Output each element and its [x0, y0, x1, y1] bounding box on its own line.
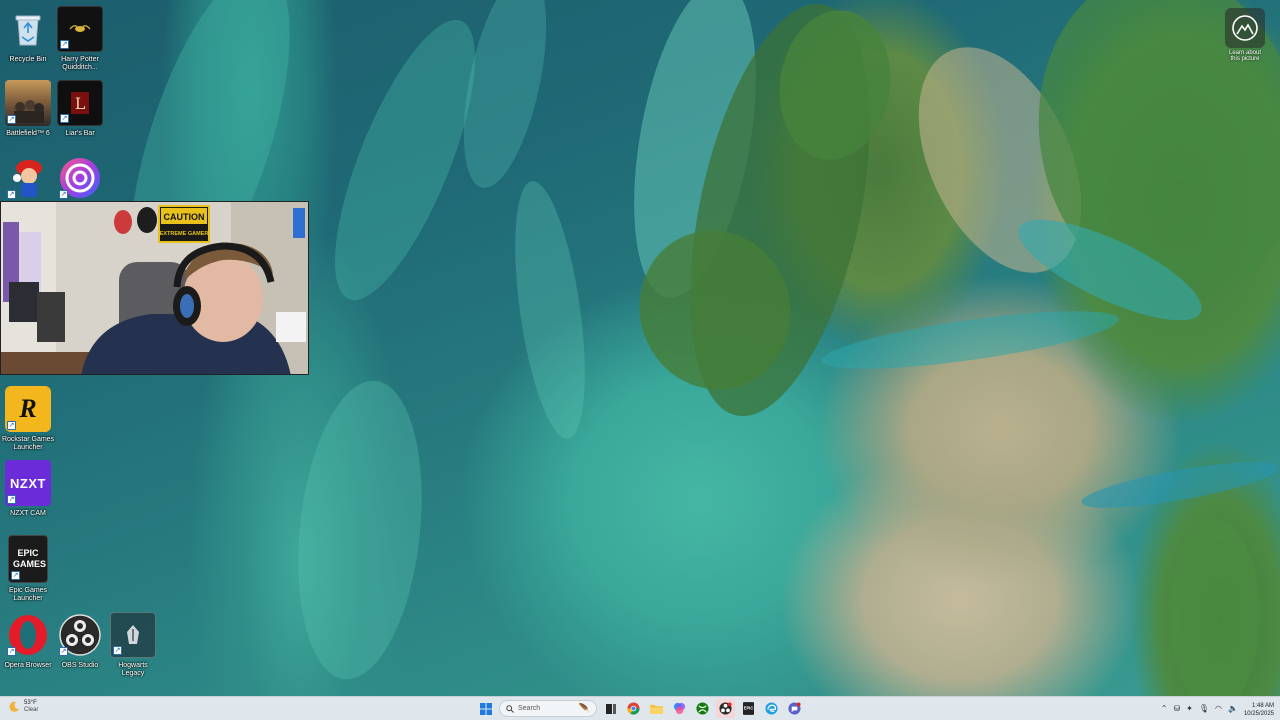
obs-label: OBS Studio [61, 662, 99, 669]
microphone-icon[interactable]: 🎙 [1199, 699, 1209, 718]
opera-label: Opera Browser [4, 662, 52, 669]
spotlight-info-widget[interactable]: Learn about this picture [1225, 8, 1265, 62]
shortcut-arrow-icon: ↗ [7, 495, 16, 504]
bluetooth-icon[interactable]: ✦ [1186, 699, 1193, 718]
spotlight-icon [1225, 8, 1265, 48]
quidditch-icon: ↗ [57, 6, 103, 52]
ubisoft-shortcut[interactable]: ↗ [53, 155, 107, 205]
obs-shortcut[interactable]: ↗ OBS Studio [53, 612, 107, 670]
epic-shortcut[interactable]: EPIC GAMES ↗ Epic Games Launcher [1, 535, 55, 603]
epic-games-icon: EPIC [743, 702, 754, 715]
xbox-button[interactable] [693, 699, 712, 718]
edge-icon [765, 702, 778, 715]
file-explorer-button[interactable] [647, 699, 666, 718]
recycle-bin-label: Recycle Bin [9, 56, 47, 63]
mario-icon: ↗ [5, 155, 51, 201]
network-icon[interactable]: ⛁ [1173, 699, 1180, 718]
shortcut-arrow-icon: ↗ [113, 646, 122, 655]
wifi-icon[interactable]: ◠ [1215, 699, 1222, 718]
battlefield-icon: ↗ [5, 80, 51, 126]
rockstar-shortcut[interactable]: R ↗ Rockstar Games Launcher [1, 386, 55, 452]
nzxt-icon: NZXT ↗ [5, 460, 51, 506]
shortcut-arrow-icon: ↗ [7, 115, 16, 124]
shortcut-arrow-icon: ↗ [60, 40, 69, 49]
shortcut-arrow-icon: ↗ [7, 190, 16, 199]
windows-logo-icon [479, 702, 492, 715]
search-highlight-icon: 🪶 [578, 703, 590, 713]
shortcut-arrow-icon: ↗ [59, 647, 68, 656]
rockstar-icon: R ↗ [5, 386, 51, 432]
nzxt-logo-icon: NZXT [10, 475, 46, 491]
epic-logo-icon: EPIC GAMES [13, 548, 47, 569]
weather-condition: Clear [24, 707, 39, 713]
battlefield-shortcut[interactable]: ↗ Battlefield™ 6 [1, 80, 55, 138]
nzxt-label: NZXT CAM [10, 510, 46, 517]
hogwarts-label: Hogwarts Legacy [118, 662, 148, 677]
battlefield-label: Battlefield™ 6 [6, 130, 50, 137]
speaker-icon[interactable]: 🔈 [1228, 699, 1238, 718]
obs-icon: ↗ [57, 612, 103, 658]
chevron-up-icon[interactable]: ⌃ [1161, 699, 1168, 718]
svg-text:L: L [75, 94, 86, 113]
nzxt-shortcut[interactable]: NZXT ↗ NZXT CAM [1, 460, 55, 518]
edge-button[interactable] [762, 699, 781, 718]
photos-icon [673, 702, 686, 715]
taskbar-apps: Search 🪶 EPIC [476, 699, 804, 718]
clock-time: 1:48 AM [1251, 702, 1274, 709]
search-icon [506, 704, 514, 713]
task-view-icon [605, 703, 616, 714]
liars-bar-icon: L ↗ [57, 80, 103, 126]
opera-shortcut[interactable]: ↗ Opera Browser [1, 612, 55, 670]
rockstar-label: Rockstar Games Launcher [1, 436, 55, 451]
opera-icon: ↗ [5, 612, 51, 658]
chat-bubble-icon [788, 702, 801, 715]
folder-icon [650, 704, 663, 714]
recycle-bin-icon [5, 6, 51, 52]
epic-taskbar-button[interactable]: EPIC [739, 699, 758, 718]
start-button[interactable] [476, 699, 495, 718]
shortcut-arrow-icon: ↗ [60, 114, 69, 123]
liars-bar-label: Liar's Bar [65, 130, 95, 137]
weather-temperature: 53°F [24, 700, 37, 706]
recycle-bin-shortcut[interactable]: Recycle Bin [1, 6, 55, 64]
epic-label: Epic Games Launcher [8, 587, 48, 602]
chrome-taskbar-button[interactable] [624, 699, 643, 718]
chat-app-button[interactable] [785, 699, 804, 718]
system-tray: ⌃ ⛁ ✦ 🎙 ◠ 🔈 1:48 AM 10/25/2025 [1161, 699, 1274, 718]
liars-bar-shortcut[interactable]: L ↗ Liar's Bar [53, 80, 107, 138]
shortcut-arrow-icon: ↗ [59, 190, 68, 199]
epic-icon: EPIC GAMES ↗ [8, 535, 48, 583]
taskbar: 53°F Clear Search 🪶 EPIC ⌃ ⛁ ✦ 🎙 ◠ 🔈 1:4… [0, 696, 1280, 720]
mario-shortcut[interactable]: ↗ [1, 155, 55, 205]
clock[interactable]: 1:48 AM 10/25/2025 [1244, 700, 1274, 718]
rockstar-logo-icon: R [19, 394, 37, 423]
webcam-feed: CAUTION EXTREME GAMER [1, 202, 308, 374]
obs-taskbar-button[interactable] [716, 699, 735, 718]
ubisoft-icon: ↗ [57, 155, 103, 201]
quidditch-shortcut[interactable]: ↗ Harry Potter Quidditch... [53, 6, 107, 72]
xbox-icon [696, 702, 709, 715]
quidditch-label: Harry Potter Quidditch... [61, 56, 99, 71]
svg-text:EPIC: EPIC [744, 705, 754, 710]
photos-button[interactable] [670, 699, 689, 718]
hogwarts-shortcut[interactable]: ↗ Hogwarts Legacy [106, 612, 160, 678]
search-placeholder: Search [518, 705, 541, 712]
caution-sign-title: CAUTION [164, 212, 205, 222]
obs-recording-icon [719, 702, 732, 715]
weather-widget[interactable]: 53°F Clear [8, 700, 38, 714]
chrome-icon [627, 702, 640, 715]
shortcut-arrow-icon: ↗ [7, 421, 16, 430]
moon-icon [9, 701, 19, 712]
shortcut-arrow-icon: ↗ [11, 571, 20, 580]
webcam-overlay: CAUTION EXTREME GAMER [0, 201, 309, 375]
hogwarts-icon: ↗ [110, 612, 156, 658]
spotlight-label: Learn about this picture [1228, 50, 1262, 62]
clock-date: 10/25/2025 [1243, 710, 1274, 717]
task-view-button[interactable] [601, 699, 620, 718]
caution-sign-subtitle: EXTREME GAMER [160, 231, 209, 237]
taskbar-search[interactable]: Search 🪶 [499, 700, 597, 717]
shortcut-arrow-icon: ↗ [7, 647, 16, 656]
